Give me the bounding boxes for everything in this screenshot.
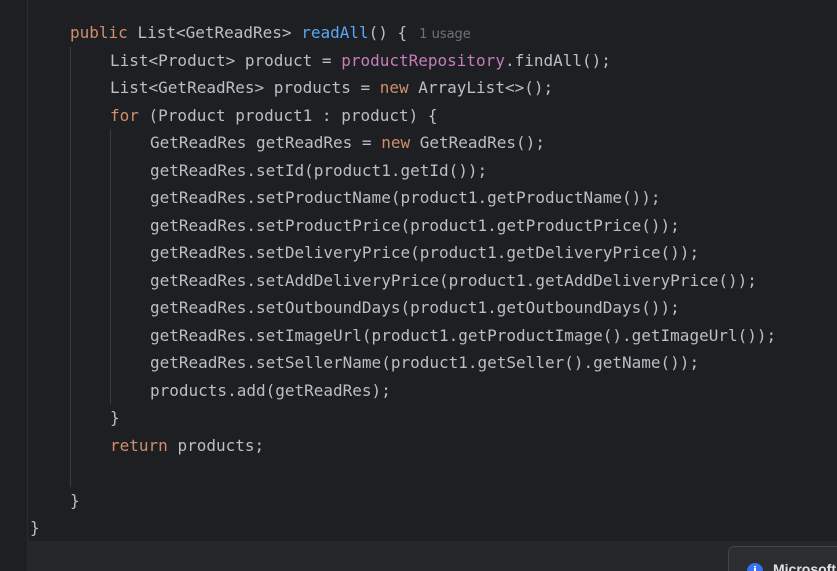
indent-guide — [70, 294, 71, 322]
code-line[interactable]: getReadRes.setId(product1.getId()); — [0, 156, 837, 184]
indent-guide — [110, 349, 111, 377]
code-line[interactable]: } — [0, 487, 837, 515]
indent-guide — [70, 431, 71, 459]
code-line[interactable]: getReadRes.setProductName(product1.getPr… — [0, 184, 837, 212]
indent-guide — [110, 211, 111, 239]
indent-guide — [110, 321, 111, 349]
toast-title: Microsoft — [773, 561, 836, 571]
code-token: productRepository — [341, 50, 505, 70]
code-token: GetReadRes(); — [419, 133, 545, 152]
code-token: getReadRes.setProductPrice(product1.getP… — [150, 215, 680, 235]
indent-guide — [70, 239, 71, 267]
code-token: getReadRes.setOutboundDays(product1.getO… — [150, 298, 680, 317]
code-line[interactable] — [0, 459, 837, 487]
indent-guide — [110, 376, 111, 404]
code-token: } — [30, 518, 40, 537]
code-line[interactable]: } — [0, 404, 837, 432]
code-token: new — [379, 78, 419, 97]
code-token: (Product product1 : product) { — [148, 105, 438, 125]
indent-guide — [110, 129, 111, 157]
code-line[interactable]: } — [0, 514, 837, 542]
code-token: .findAll(); — [504, 50, 611, 70]
code-line[interactable]: getReadRes.setAddDeliveryPrice(product1.… — [0, 266, 837, 294]
indent-guide — [70, 266, 71, 294]
indent-guide — [70, 74, 71, 102]
indent-guide — [110, 294, 111, 322]
code-token: } — [110, 408, 120, 427]
code-token: GetReadRes getReadRes = — [150, 133, 382, 152]
indent-guide — [70, 321, 71, 349]
indent-guide — [110, 266, 111, 294]
code-token: for — [110, 105, 149, 125]
code-line[interactable]: public List<GetReadRes> readAll() { 1 usa… — [0, 19, 837, 47]
code-line[interactable]: List<Product> product = productRepositor… — [0, 46, 837, 74]
indent-guide — [70, 211, 71, 239]
code-token: getReadRes.setAddDeliveryPrice(product1.… — [150, 270, 757, 290]
indent-guide — [70, 129, 71, 157]
indent-guide — [110, 184, 111, 212]
indent-guide — [110, 156, 111, 184]
code-token: products.add(getReadRes); — [150, 380, 391, 400]
code-token: new — [381, 133, 420, 152]
code-token: List<GetReadRes> products = — [110, 78, 380, 97]
code-area[interactable]: public List<GetReadRes> readAll() { 1 usa… — [0, 19, 837, 542]
code-line[interactable]: getReadRes.setProductPrice(product1.getP… — [0, 211, 837, 239]
code-line[interactable]: getReadRes.setOutboundDays(product1.getO… — [0, 294, 837, 322]
code-line[interactable]: products.add(getReadRes); — [0, 376, 837, 404]
editor-bottom-area — [27, 541, 837, 571]
indent-guide — [70, 459, 71, 487]
code-editor[interactable]: public List<GetReadRes> readAll() { 1 usa… — [0, 0, 837, 571]
code-token: getReadRes.setId(product1.getId()); — [150, 160, 488, 180]
usage-hint[interactable]: 1 usage — [419, 27, 471, 42]
code-token: List<GetReadRes> — [137, 23, 302, 42]
code-token: return — [110, 435, 178, 455]
info-icon: i — [747, 563, 763, 571]
code-line[interactable]: GetReadRes getReadRes = new GetReadRes()… — [0, 129, 837, 157]
code-line[interactable]: List<GetReadRes> products = new ArrayLis… — [0, 74, 837, 102]
code-token: products; — [177, 435, 265, 455]
indent-guide — [70, 376, 71, 404]
code-token: } — [70, 490, 80, 510]
indent-guide — [70, 156, 71, 184]
indent-guide — [70, 101, 71, 129]
code-line[interactable]: getReadRes.setImageUrl(product1.getProdu… — [0, 321, 837, 349]
indent-guide — [110, 239, 111, 267]
code-token: ArrayList<>(); — [418, 78, 554, 97]
indent-guide — [70, 349, 71, 377]
code-line[interactable]: return products; — [0, 431, 837, 459]
indent-guide — [70, 184, 71, 212]
code-token: getReadRes.setDeliveryPrice(product1.get… — [150, 243, 700, 262]
code-token: () { — [368, 23, 408, 42]
code-token: getReadRes.setImageUrl(product1.getProdu… — [150, 325, 777, 345]
indent-guide — [70, 404, 71, 432]
code-token: getReadRes.setSellerName(product1.getSel… — [150, 353, 700, 372]
code-token: getReadRes.setProductName(product1.getPr… — [150, 188, 661, 207]
indent-guide — [70, 46, 71, 74]
code-line[interactable]: getReadRes.setDeliveryPrice(product1.get… — [0, 239, 837, 267]
code-token: readAll — [301, 23, 369, 42]
code-token: List<Product> product = — [110, 50, 342, 70]
notification-toast[interactable]: i Microsoft — [728, 546, 837, 571]
code-token: public — [70, 23, 138, 42]
code-line[interactable]: getReadRes.setSellerName(product1.getSel… — [0, 349, 837, 377]
code-line[interactable]: for (Product product1 : product) { — [0, 101, 837, 129]
